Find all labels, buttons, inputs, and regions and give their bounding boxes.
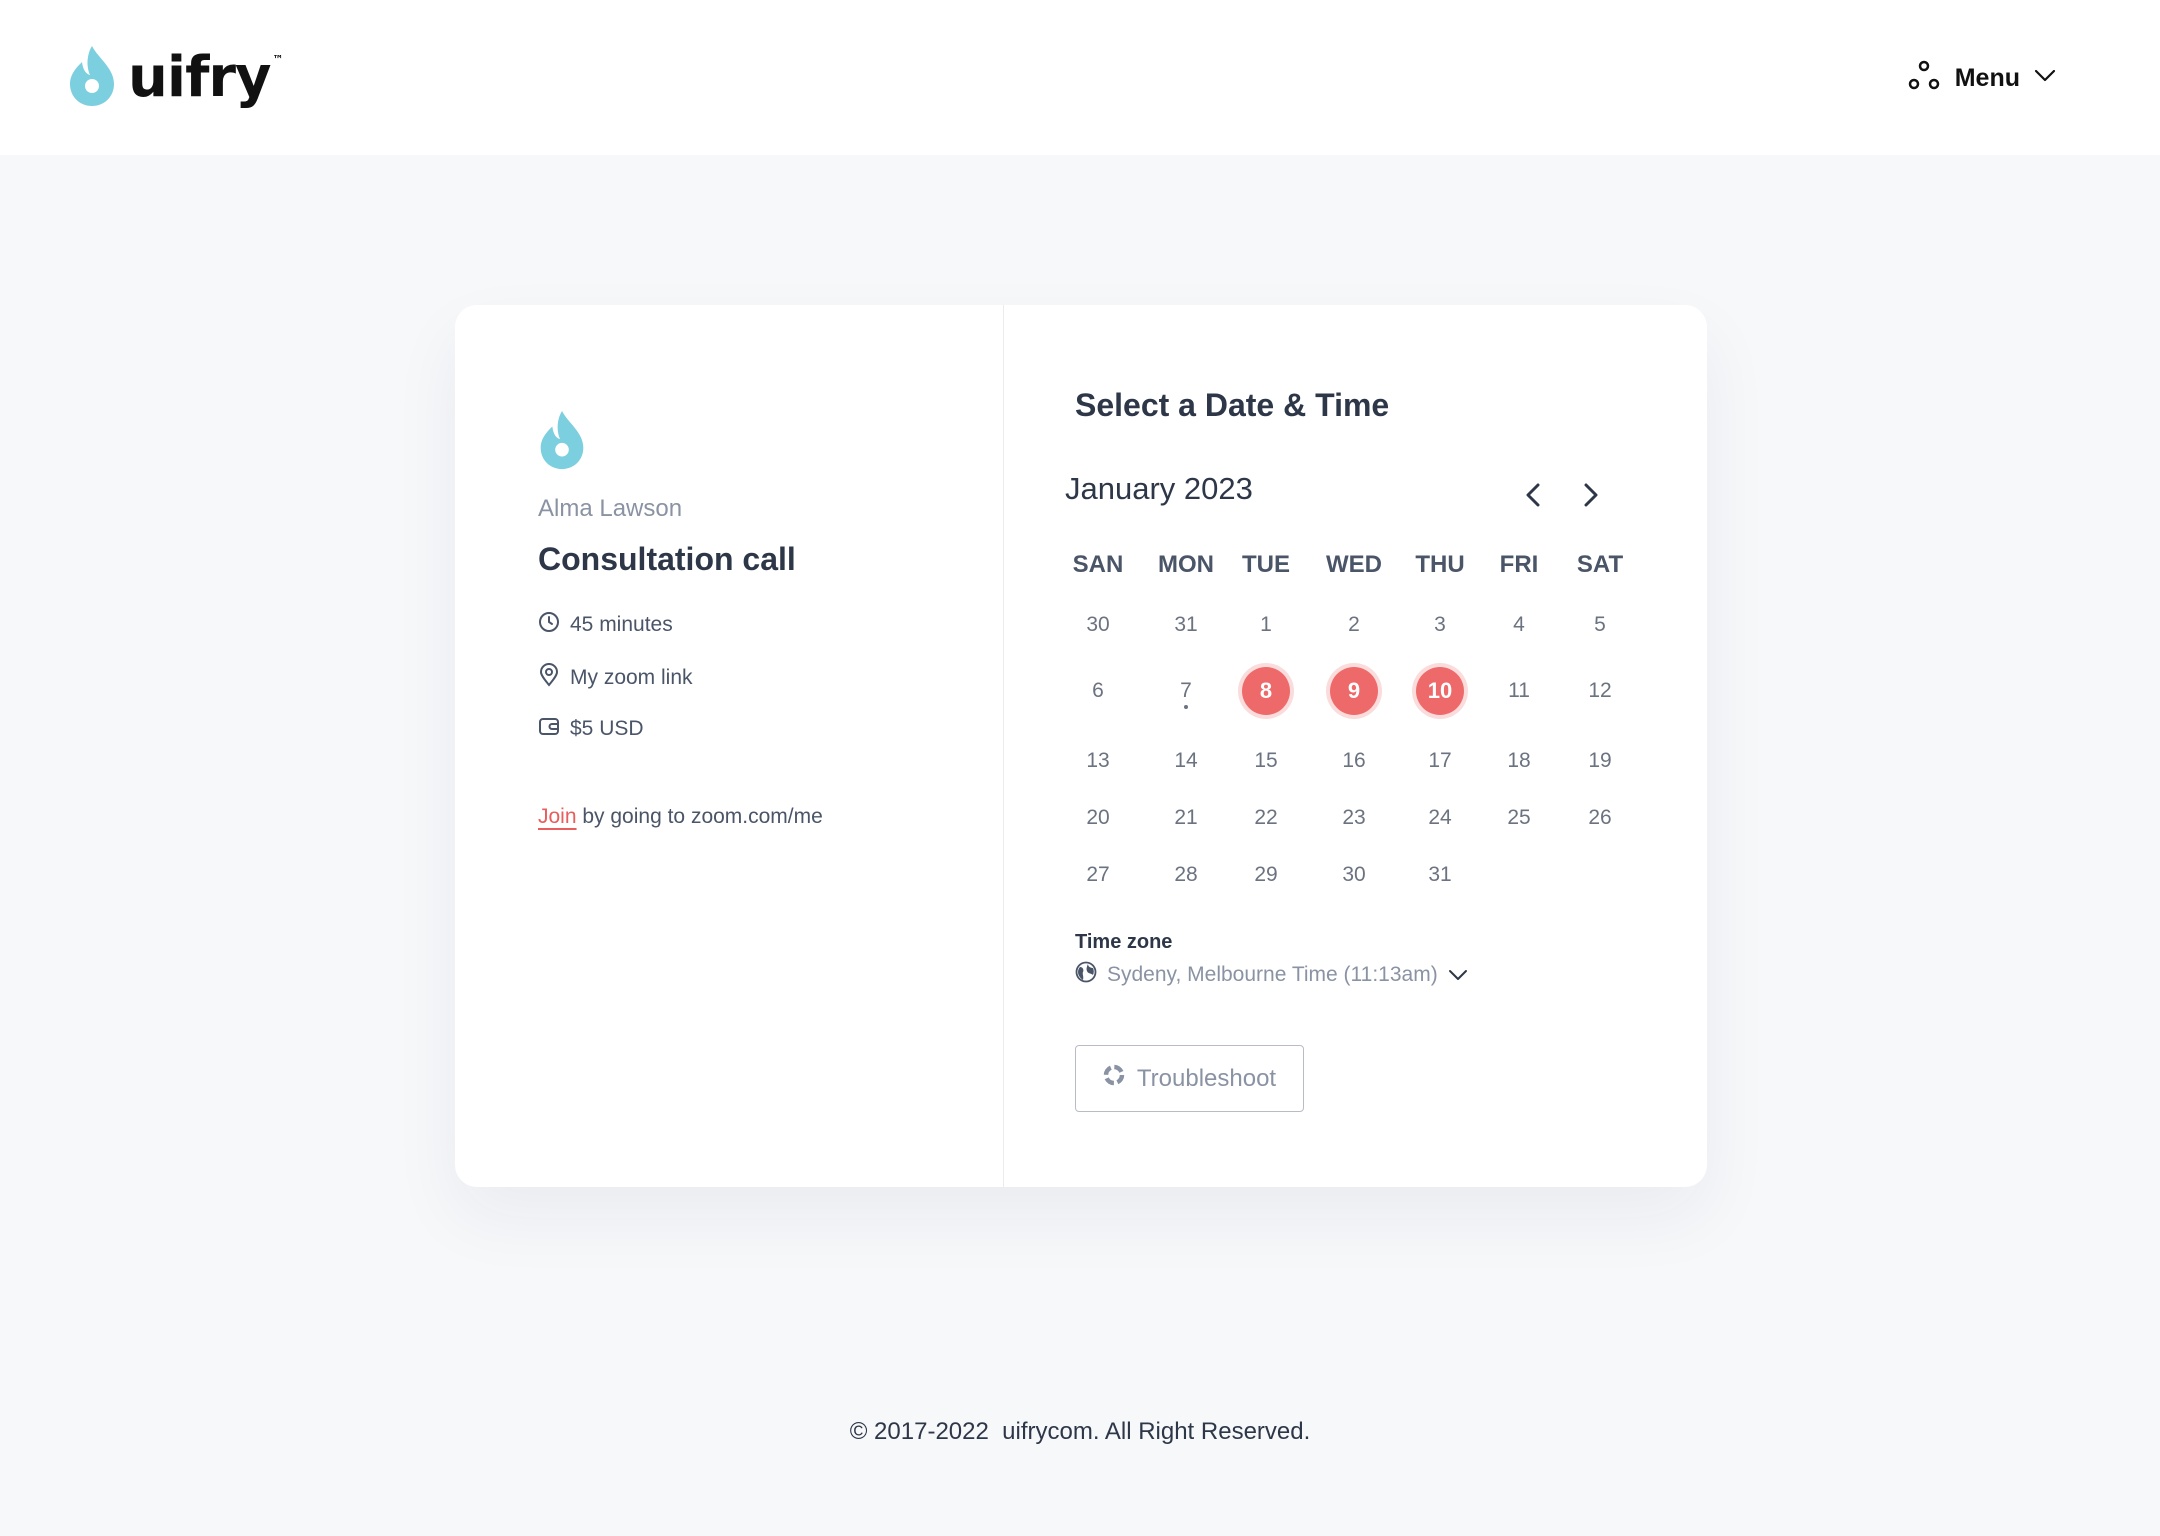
calendar-day: 27	[1086, 863, 1110, 886]
wallet-icon	[538, 715, 560, 743]
chevron-down-icon	[2034, 69, 2056, 88]
calendar-day: 15	[1254, 749, 1278, 772]
troubleshoot-label: Troubleshoot	[1136, 1064, 1277, 1092]
join-instructions: Join by going to zoom.com/me	[538, 805, 823, 829]
join-link[interactable]: Join	[538, 805, 577, 828]
calendar-day: 24	[1428, 806, 1452, 829]
calendar-day: 31	[1174, 613, 1198, 636]
calendar-day: 12	[1588, 679, 1612, 702]
calendar-day: 19	[1588, 749, 1612, 772]
logo-wordmark: uifry ™	[128, 45, 284, 110]
timezone-select[interactable]: Sydeny, Melbourne Time (11:13am)	[1075, 961, 1468, 989]
calendar-day: 30	[1342, 863, 1366, 886]
flame-logo-icon	[68, 44, 116, 113]
footer-copyright: © 2017-2022 uifrycom. All Right Reserved…	[849, 1418, 1311, 1445]
calendar-day: 6	[1092, 679, 1104, 702]
host-avatar-flame-icon	[538, 409, 586, 476]
calendar-day-available[interactable]: 10	[1416, 667, 1464, 715]
calendar-day: 1	[1260, 613, 1272, 636]
calendar-day: 3	[1434, 613, 1446, 636]
calendar-day: 20	[1086, 806, 1110, 829]
calendar-day: 23	[1342, 806, 1366, 829]
date-picker-panel: Select a Date & Time January 2023 SAN MON…	[1003, 305, 1707, 1187]
location-text: My zoom link	[570, 666, 693, 689]
calendar-day: 26	[1588, 806, 1612, 829]
lifebuoy-icon	[1103, 1064, 1125, 1093]
uifry-logo[interactable]: uifry ™	[68, 44, 284, 113]
booking-card: Alma Lawson Consultation call 45 minutes…	[455, 305, 1707, 1187]
calendar-day: 13	[1086, 749, 1110, 772]
calendar-day: 18	[1507, 749, 1531, 772]
apps-dots-icon	[1907, 59, 1941, 98]
calendar-day: 21	[1174, 806, 1198, 829]
calendar-day: 14	[1174, 749, 1198, 772]
join-text: by going to zoom.com/me	[576, 805, 823, 828]
top-header: uifry ™ Menu	[0, 0, 2160, 155]
price-text: $5 USD	[570, 717, 644, 740]
calendar-day-available[interactable]: 9	[1330, 667, 1378, 715]
calendar-day: 16	[1342, 749, 1366, 772]
host-name: Alma Lawson	[538, 495, 683, 522]
timezone-label: Time zone	[1075, 931, 1173, 953]
menu-dropdown[interactable]: Menu	[1907, 58, 2056, 98]
duration-text: 45 minutes	[570, 613, 673, 636]
calendar-day-available[interactable]: 8	[1242, 667, 1290, 715]
calendar-day: 2	[1348, 613, 1360, 636]
calendar-day: 17	[1428, 749, 1452, 772]
calendar-day: 7	[1162, 667, 1210, 715]
calendar-day: 30	[1086, 613, 1110, 636]
calendar-day: 22	[1254, 806, 1278, 829]
clock-icon	[538, 611, 560, 639]
event-duration: 45 minutes	[538, 611, 673, 639]
calendar-grid: 30 31 1 2 3 4 5 6 7 8 9 10 11 12 13 14 15 16 17 18 19 20 21 22 2…	[1003, 305, 1707, 1005]
event-location: My zoom link	[538, 663, 693, 693]
event-price: $5 USD	[538, 715, 644, 743]
timezone-value: Sydeny, Melbourne Time (11:13am)	[1107, 963, 1438, 986]
calendar-day: 31	[1428, 863, 1452, 886]
calendar-day: 28	[1174, 863, 1198, 886]
calendar-day: 25	[1507, 806, 1531, 829]
event-title: Consultation call	[538, 541, 796, 577]
location-pin-icon	[538, 663, 560, 693]
chevron-down-icon	[1448, 963, 1468, 987]
globe-icon	[1075, 961, 1097, 989]
calendar-day: 4	[1513, 613, 1525, 636]
troubleshoot-button[interactable]: Troubleshoot	[1075, 1045, 1304, 1112]
calendar-day: 5	[1594, 613, 1606, 636]
calendar-day: 11	[1508, 679, 1530, 702]
calendar-day: 29	[1254, 863, 1278, 886]
menu-label: Menu	[1954, 63, 2020, 92]
